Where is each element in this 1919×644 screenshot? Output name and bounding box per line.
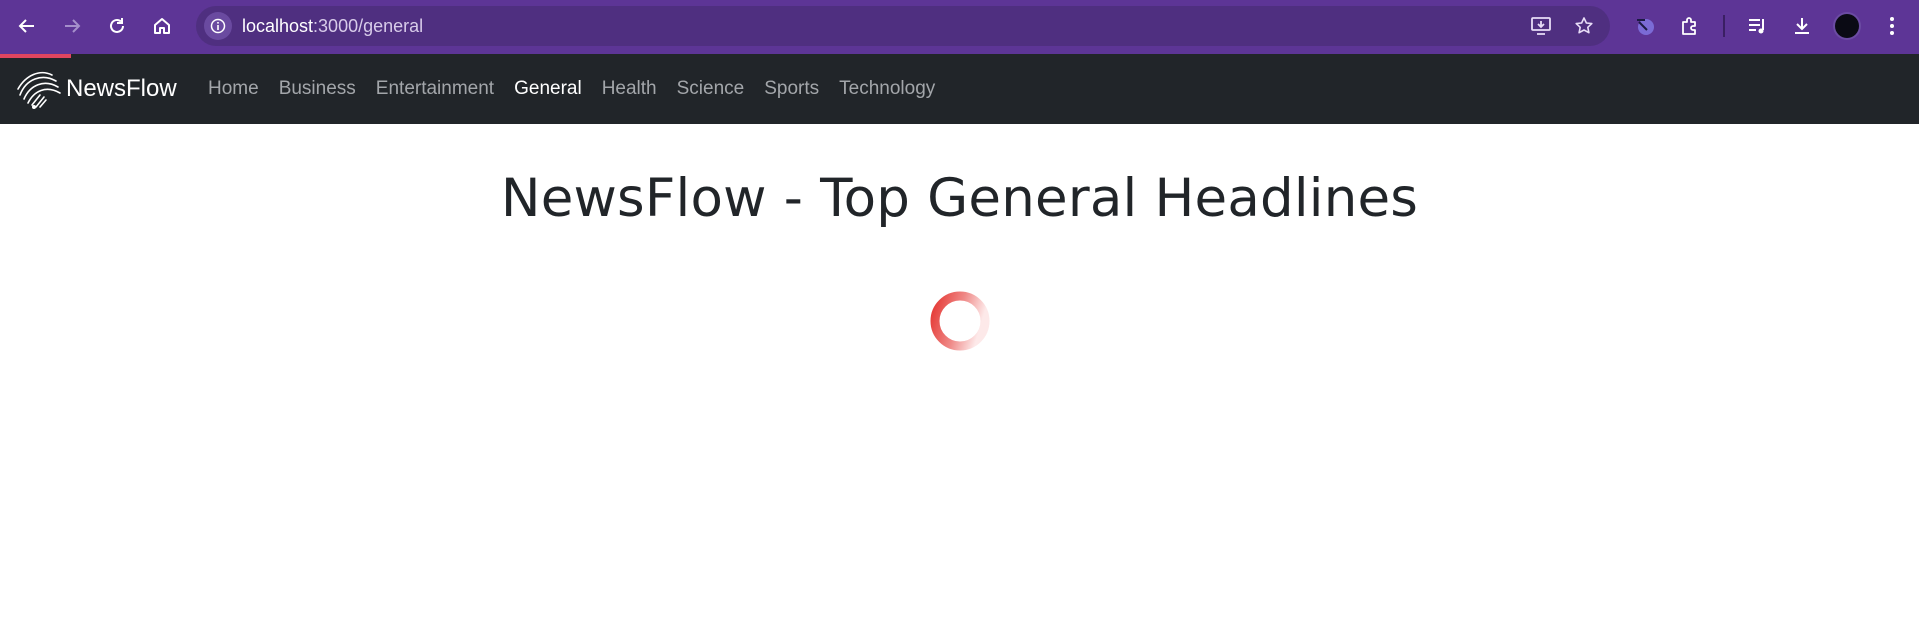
nav-link-technology[interactable]: Technology [829,54,945,124]
profile-avatar-icon[interactable] [1830,9,1864,43]
star-icon[interactable] [1571,13,1597,39]
extension-globe-icon[interactable] [1628,9,1662,43]
arrow-right-icon [65,19,81,33]
nav-link-business[interactable]: Business [269,54,366,124]
download-icon[interactable] [1785,9,1819,43]
url-path: :3000/general [313,16,424,36]
category-nav: Home Business Entertainment General Heal… [198,54,945,124]
brand-name: NewsFlow [66,75,177,102]
arrow-left-icon [18,19,34,33]
install-app-icon[interactable] [1528,13,1554,39]
info-icon[interactable] [204,12,232,40]
newsflow-logo-icon [17,71,61,109]
nav-link-sports[interactable]: Sports [754,54,829,124]
page-title: NewsFlow - Top General Headlines [500,168,1419,229]
nav-link-entertainment[interactable]: Entertainment [366,54,504,124]
url-host: localhost [242,16,314,36]
kebab-menu-icon[interactable] [1875,9,1909,43]
address-url[interactable]: localhost:3000/general [242,16,423,36]
forward-button[interactable] [54,8,90,44]
home-button[interactable] [144,8,180,44]
nav-link-general[interactable]: General [504,54,592,124]
back-button[interactable] [9,8,45,44]
browser-toolbar: localhost:3000/general [0,0,1919,54]
app-navbar: NewsFlow Home Business Entertainment Gen… [0,54,1919,124]
page-load-progress [0,54,71,58]
address-bar[interactable]: localhost:3000/general [196,6,1610,46]
puzzle-icon[interactable] [1673,9,1707,43]
loading-spinner-icon [930,291,990,351]
toolbar-divider [1723,15,1725,37]
reload-icon [110,18,124,33]
nav-link-health[interactable]: Health [592,54,667,124]
brand-link[interactable]: NewsFlow [16,67,177,111]
home-icon [154,18,170,34]
nav-link-science[interactable]: Science [667,54,755,124]
media-playlist-icon[interactable] [1740,9,1774,43]
reload-button[interactable] [99,8,135,44]
nav-link-home[interactable]: Home [198,54,269,124]
